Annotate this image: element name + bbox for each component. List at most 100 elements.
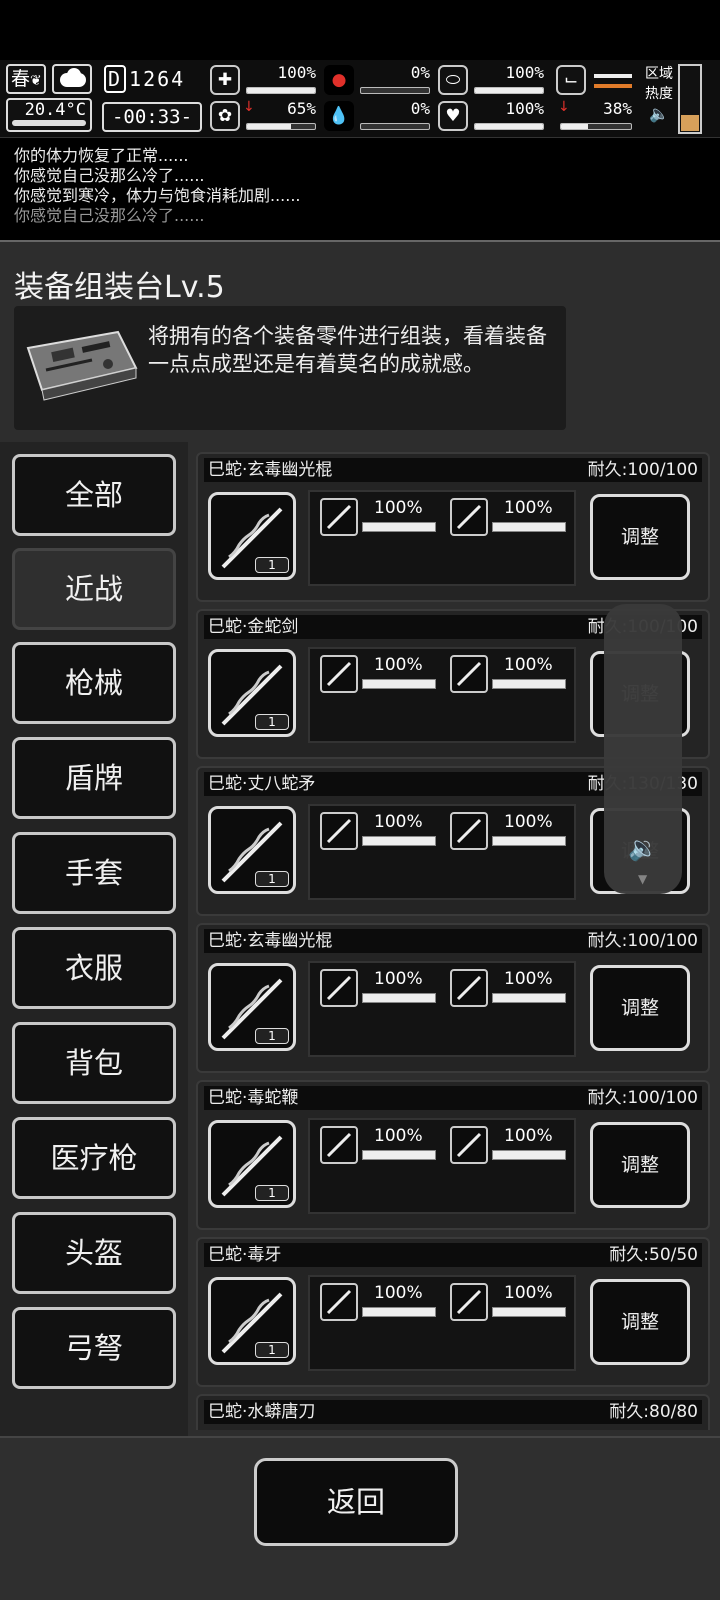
- item-name: 巳蛇·金蛇剑: [208, 617, 299, 637]
- part-slot[interactable]: 100%: [316, 1126, 440, 1166]
- part-condition: 100%: [504, 812, 553, 832]
- part-bar: [362, 1307, 436, 1317]
- part-slot[interactable]: 100%: [446, 1283, 570, 1323]
- item-slot[interactable]: 1: [208, 963, 296, 1051]
- part-bar: [492, 1307, 566, 1317]
- category-medgun[interactable]: 医疗枪: [12, 1117, 176, 1199]
- stat-blood-bar: [360, 123, 430, 130]
- category-clothes[interactable]: 衣服: [12, 927, 176, 1009]
- part-condition: 100%: [374, 498, 423, 518]
- volume-overlay[interactable]: 🔉 ▼: [604, 604, 682, 894]
- part-bar: [362, 522, 436, 532]
- part-bar: [492, 836, 566, 846]
- stomach-icon: ●: [324, 65, 354, 95]
- stat-stamina-bar: [560, 123, 632, 130]
- stat-health: ✚ 100%: [210, 64, 320, 96]
- part-slot[interactable]: 100%: [316, 969, 440, 1009]
- day-value: 1264: [129, 67, 186, 91]
- equipment-card: 巳蛇·毒蛇鞭 耐久:100/100 1 100% 100% 调整: [196, 1080, 710, 1230]
- adjust-button[interactable]: 调整: [590, 1279, 690, 1365]
- item-name: 巳蛇·水蟒唐刀: [208, 1402, 316, 1422]
- log-line: 你的体力恢复了正常......: [14, 146, 189, 165]
- leaf-icon: ❦: [30, 73, 42, 89]
- part-bar: [362, 993, 436, 1003]
- part-icon: [450, 1126, 488, 1164]
- region-heat-label: 区域热度 🔈: [642, 64, 676, 132]
- stat-hunger: ● 0%: [324, 64, 434, 96]
- part-bar: [492, 993, 566, 1003]
- category-all[interactable]: 全部: [12, 454, 176, 536]
- stat-stamina: ↓ 38%: [556, 99, 636, 132]
- category-bows[interactable]: 弓弩: [12, 1307, 176, 1389]
- item-slot[interactable]: 1: [208, 1277, 296, 1365]
- item-count: 1: [255, 1342, 289, 1358]
- stat-blood-value: 0%: [410, 99, 430, 118]
- season-indicator: 春❦: [6, 64, 46, 94]
- status-bar: 春❦ 20.4°C D 1264 -00:33- ✚ 100% ● 0% ⬭ 10…: [0, 60, 720, 138]
- cloud-icon: [52, 64, 92, 94]
- item-durability: 耐久:100/100: [587, 1088, 698, 1108]
- item-slot[interactable]: 1: [208, 649, 296, 737]
- description-text: 将拥有的各个装备零件进行组装，看着装备一点点成型还是有着莫名的成就感。: [148, 324, 547, 376]
- part-bar: [362, 836, 436, 846]
- adjust-button[interactable]: 调整: [590, 1122, 690, 1208]
- adjust-button[interactable]: 调整: [590, 494, 690, 580]
- chevron-down-icon[interactable]: ▼: [638, 872, 647, 886]
- region-heat-text: 区域热度: [645, 66, 673, 102]
- part-slot[interactable]: 100%: [316, 812, 440, 852]
- log-line: 你感觉自己没那么冷了......: [14, 206, 205, 225]
- part-slot[interactable]: 100%: [446, 498, 570, 538]
- stat-pill: ⬭ 100%: [438, 64, 548, 96]
- day-counter: D 1264: [104, 64, 200, 94]
- message-log: 你的体力恢复了正常...... 你感觉自己没那么冷了...... 你感觉到寒冷，…: [0, 140, 720, 236]
- category-sidebar: 全部 近战 枪械 盾牌 手套 衣服 背包 医疗枪 头盔 弓弩: [0, 442, 188, 1442]
- adjust-button[interactable]: 调整: [590, 965, 690, 1051]
- category-guns[interactable]: 枪械: [12, 642, 176, 724]
- category-shields[interactable]: 盾牌: [12, 737, 176, 819]
- parts-area: 100% 100%: [308, 490, 576, 586]
- stat-brain: ✿ ↓ 65%: [210, 99, 320, 132]
- part-condition: 100%: [374, 969, 423, 989]
- category-backpack[interactable]: 背包: [12, 1022, 176, 1104]
- part-bar: [492, 522, 566, 532]
- pill-icon: ⬭: [438, 65, 468, 95]
- category-helmet[interactable]: 头盔: [12, 1212, 176, 1294]
- item-slot[interactable]: 1: [208, 492, 296, 580]
- part-slot[interactable]: 100%: [446, 969, 570, 1009]
- stat-blood: 💧 0%: [324, 100, 434, 132]
- footer: 返回: [0, 1436, 720, 1600]
- category-melee[interactable]: 近战: [12, 548, 176, 630]
- item-name: 巳蛇·毒牙: [208, 1245, 282, 1265]
- part-slot[interactable]: 100%: [316, 1283, 440, 1323]
- description-box: 将拥有的各个装备零件进行组装，看着装备一点点成型还是有着莫名的成就感。: [14, 306, 566, 430]
- parts-area: 100% 100%: [308, 961, 576, 1057]
- stat-stamina-value: 38%: [603, 99, 632, 118]
- part-icon: [450, 1283, 488, 1321]
- parts-area: 100% 100%: [308, 804, 576, 900]
- item-slot[interactable]: 1: [208, 1120, 296, 1208]
- part-slot[interactable]: 100%: [316, 498, 440, 538]
- stamina-line: [594, 74, 632, 78]
- card-header: 巳蛇·毒蛇鞭 耐久:100/100: [204, 1086, 702, 1110]
- parts-area: 100% 100%: [308, 647, 576, 743]
- part-icon: [450, 498, 488, 536]
- log-line: 你感觉到寒冷，体力与饱食消耗加剧......: [14, 186, 301, 205]
- part-icon: [320, 1126, 358, 1164]
- equipment-card: 巳蛇·玄毒幽光棍 耐久:100/100 1 100% 100% 调整: [196, 452, 710, 602]
- back-button[interactable]: 返回: [254, 1458, 458, 1546]
- part-slot[interactable]: 100%: [446, 1126, 570, 1166]
- category-gloves[interactable]: 手套: [12, 832, 176, 914]
- item-slot[interactable]: 1: [208, 806, 296, 894]
- workbench-icon: [26, 330, 138, 401]
- heart-icon: ♥: [438, 101, 468, 131]
- part-slot[interactable]: 100%: [446, 655, 570, 695]
- stat-hunger-value: 0%: [410, 63, 430, 82]
- item-count: 1: [255, 1028, 289, 1044]
- speaker-icon[interactable]: 🔈: [642, 104, 676, 124]
- part-slot[interactable]: 100%: [446, 812, 570, 852]
- clock-display: -00:33-: [102, 102, 202, 132]
- part-slot[interactable]: 100%: [316, 655, 440, 695]
- heat-fill: [681, 115, 699, 131]
- speaker-icon[interactable]: 🔉: [628, 834, 658, 862]
- stat-heart-bar: [474, 123, 544, 130]
